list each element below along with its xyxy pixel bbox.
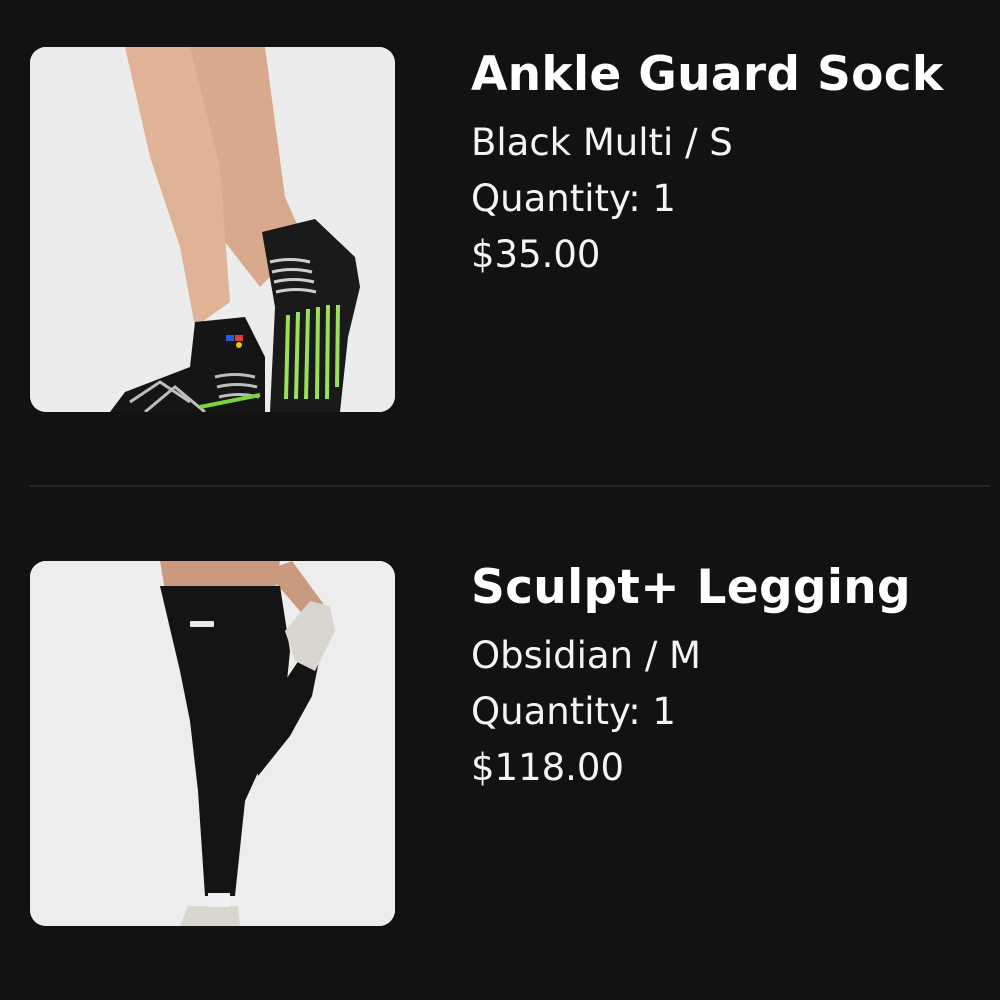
variant-label: Black Multi / S	[471, 121, 733, 164]
product-title[interactable]: Ankle Guard Sock	[471, 50, 980, 100]
sock-icon	[30, 47, 395, 412]
quantity-label: Quantity: 1	[471, 177, 676, 220]
product-image-legging[interactable]	[30, 561, 395, 926]
item-divider	[30, 485, 990, 487]
product-image-sock[interactable]	[30, 47, 395, 412]
item-details: Ankle Guard Sock Black Multi / S Quantit…	[471, 50, 980, 283]
cart-item: Sculpt+ Legging Obsidian / M Quantity: 1…	[0, 488, 1000, 1000]
price-label: $118.00	[471, 746, 625, 789]
variant-label: Obsidian / M	[471, 634, 701, 677]
cart-item: Ankle Guard Sock Black Multi / S Quantit…	[0, 0, 1000, 485]
legging-icon	[30, 561, 395, 926]
item-details: Sculpt+ Legging Obsidian / M Quantity: 1…	[471, 563, 980, 796]
quantity-label: Quantity: 1	[471, 690, 676, 733]
price-label: $35.00	[471, 233, 601, 276]
product-title[interactable]: Sculpt+ Legging	[471, 563, 980, 613]
